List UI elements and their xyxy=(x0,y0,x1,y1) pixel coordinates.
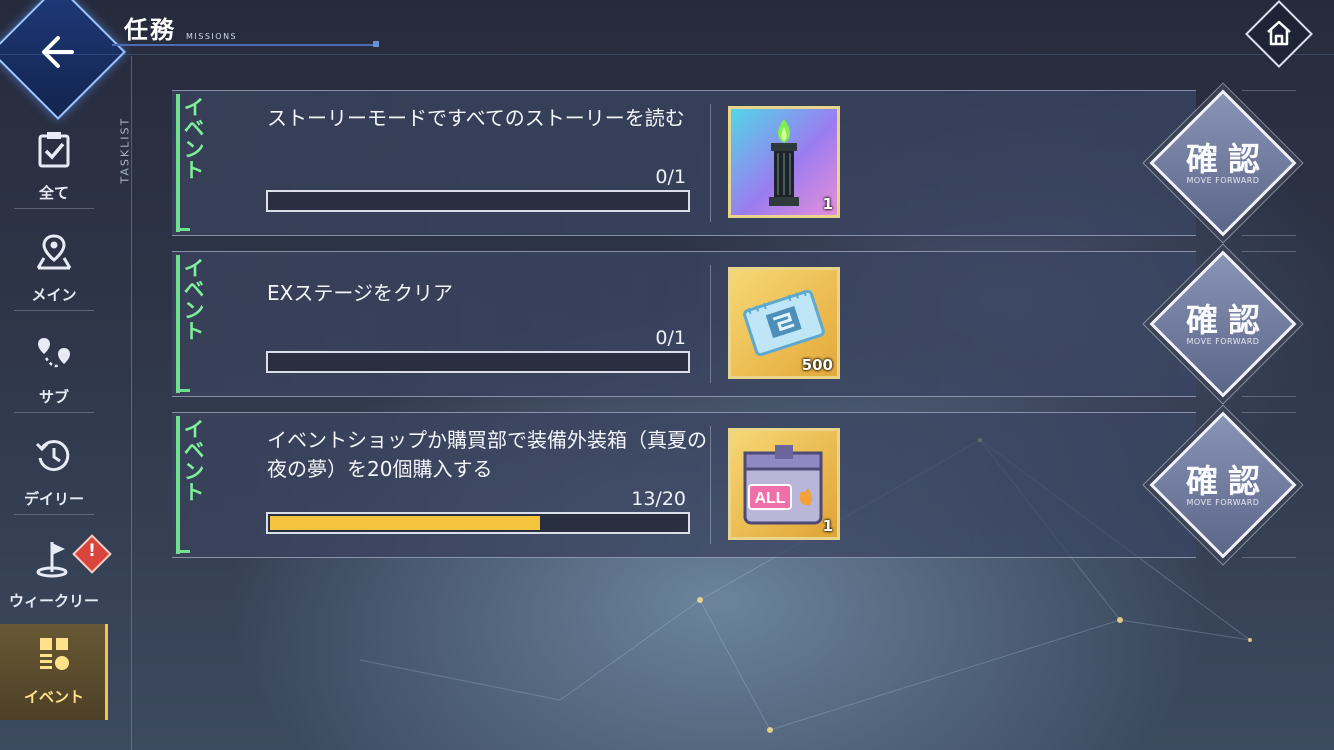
mission-progress-bar xyxy=(266,351,690,373)
sidebar-item-daily[interactable]: デイリー xyxy=(0,426,108,528)
page-title: 任務 xyxy=(124,16,176,44)
mission-card: イベント イベントショップか購買部で装備外装箱（真夏の夜の夢）を20個購入する … xyxy=(172,411,1297,559)
mission-accent-foot xyxy=(180,550,190,553)
sidebar-divider xyxy=(14,514,94,515)
clipboard-check-icon xyxy=(38,132,70,168)
confirm-button[interactable]: 確認 MOVE FORWARD xyxy=(1148,84,1298,242)
sidebar-item-all[interactable]: 全て xyxy=(0,120,108,222)
tasklist-label: TASKLIST xyxy=(118,116,132,184)
mission-progress-bar xyxy=(266,190,690,212)
sidebar-item-label: イベント xyxy=(23,688,84,706)
sidebar-item-label: メイン xyxy=(31,286,77,304)
svg-text:ALL: ALL xyxy=(754,490,785,507)
mission-card: イベント ストーリーモードですべてのストーリーを読む 0/1 1 確認 MOVE… xyxy=(172,89,1297,237)
alert-icon: ! xyxy=(88,541,96,561)
mission-description: EXステージをクリア xyxy=(267,281,453,305)
sidebar-divider xyxy=(14,208,94,209)
all-crate-icon: ALL xyxy=(743,445,823,525)
mission-tag: イベント xyxy=(181,418,205,502)
sidebar-item-label: 全て xyxy=(38,184,69,202)
mission-progress-fill xyxy=(270,516,540,530)
confirm-sublabel: MOVE FORWARD xyxy=(1186,176,1260,185)
mission-description: イベントショップか購買部で装備外装箱（真夏の夜の夢）を20個購入する xyxy=(267,428,707,481)
history-clock-icon xyxy=(35,440,70,472)
sidebar-item-label: サブ xyxy=(38,388,69,406)
header-underline xyxy=(112,44,376,46)
sidebar-divider xyxy=(14,310,94,311)
sidebar-item-main[interactable]: メイン xyxy=(0,222,108,324)
confirm-label: 確認 xyxy=(1185,140,1270,178)
sidebar-item-event[interactable]: イベント xyxy=(0,624,108,720)
sidebar-divider xyxy=(14,412,94,413)
flag-icon xyxy=(36,542,68,578)
reward-item[interactable]: ALL 1 xyxy=(728,428,840,540)
reward-quantity: 1 xyxy=(822,517,833,535)
confirm-label: 確認 xyxy=(1185,301,1270,339)
mission-tag: イベント xyxy=(181,96,205,180)
mission-progress-text: 13/20 xyxy=(631,488,686,510)
reward-quantity: 500 xyxy=(801,356,833,374)
mission-card-background xyxy=(172,251,1196,397)
mission-description: ストーリーモードですべてのストーリーを読む xyxy=(267,106,685,130)
mission-tag: イベント xyxy=(181,257,205,341)
mission-progress-bar xyxy=(266,512,690,534)
sidebar-item-sub[interactable]: サブ xyxy=(0,324,108,426)
mission-progress-text: 0/1 xyxy=(655,327,686,349)
reward-item[interactable]: 1 xyxy=(728,106,840,218)
sidebar-item-weekly[interactable]: ウィークリー ! xyxy=(0,528,112,630)
map-pin-icon xyxy=(36,234,72,270)
content-rail xyxy=(131,56,132,750)
route-pins-icon xyxy=(38,338,70,368)
reward-quantity: 1 xyxy=(822,195,833,213)
confirm-button[interactable]: 確認 MOVE FORWARD xyxy=(1148,406,1298,564)
confirm-label: 確認 xyxy=(1185,462,1270,500)
event-icon xyxy=(40,638,69,670)
sidebar: 全て メイン サブ デイリー ウィークリー ! イベント xyxy=(0,112,112,750)
mission-progress-text: 0/1 xyxy=(655,166,686,188)
home-icon xyxy=(1267,20,1291,46)
mission-accent-foot xyxy=(180,389,190,392)
reward-item[interactable]: 500 xyxy=(728,267,840,379)
mission-divider xyxy=(710,426,711,544)
sidebar-item-label: ウィークリー xyxy=(8,592,99,610)
page-subtitle: MISSIONS xyxy=(186,32,238,41)
mission-accent-foot xyxy=(180,228,190,231)
header-underline-dot xyxy=(373,41,379,47)
confirm-sublabel: MOVE FORWARD xyxy=(1186,337,1260,346)
mission-divider xyxy=(710,265,711,383)
confirm-sublabel: MOVE FORWARD xyxy=(1186,498,1260,507)
confirm-button[interactable]: 確認 MOVE FORWARD xyxy=(1148,245,1298,403)
green-flame-pillar-icon xyxy=(769,119,799,206)
header-divider xyxy=(0,54,1334,55)
mission-card: イベント EXステージをクリア 0/1 500 確認 MOVE FORWARD xyxy=(172,250,1297,398)
mission-divider xyxy=(710,104,711,222)
sidebar-item-label: デイリー xyxy=(23,490,84,508)
